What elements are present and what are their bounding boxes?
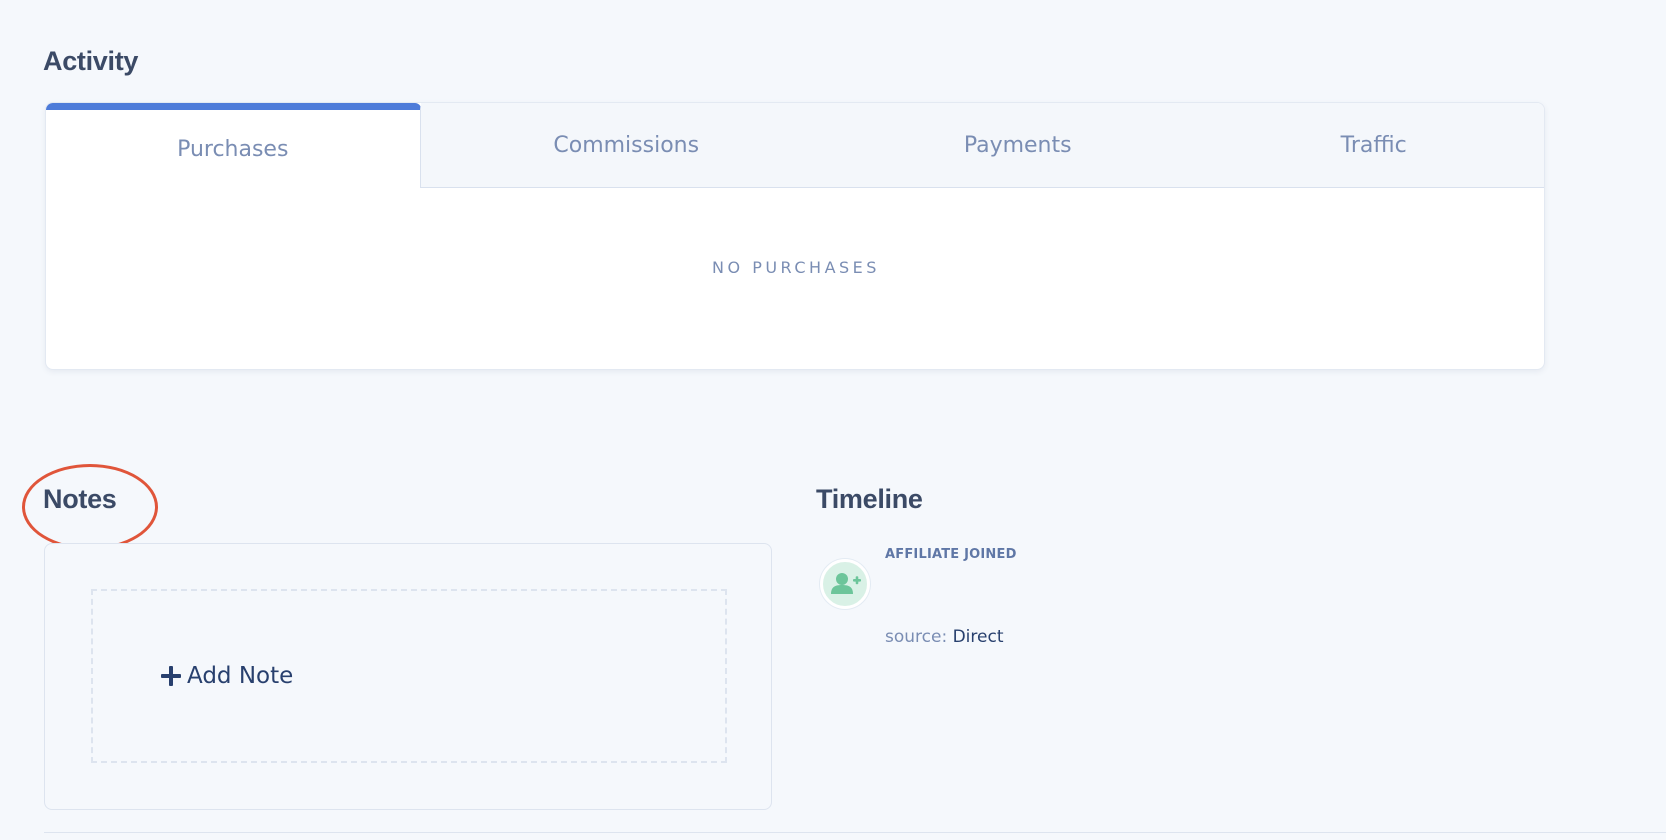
tab-commissions-label: Commissions bbox=[553, 132, 700, 158]
affiliate-detail-page: Activity Purchases Commissions Payments … bbox=[0, 0, 1666, 840]
tab-purchases-label: Purchases bbox=[177, 136, 289, 162]
source-value: Direct bbox=[952, 627, 1004, 647]
plus-icon bbox=[161, 666, 181, 686]
source-label: source: bbox=[885, 627, 948, 647]
tab-purchases[interactable]: Purchases bbox=[46, 103, 421, 188]
divider bbox=[44, 832, 1666, 833]
empty-purchases-message: NO PURCHASES bbox=[712, 258, 880, 277]
add-note-dropzone[interactable]: Add Note bbox=[91, 589, 727, 763]
tab-commissions[interactable]: Commissions bbox=[420, 103, 832, 188]
activity-tabs: Purchases Commissions Payments Traffic bbox=[46, 103, 1544, 188]
notes-title: Notes bbox=[43, 484, 117, 514]
notes-card: Add Note bbox=[44, 543, 772, 810]
activity-title: Activity bbox=[43, 46, 139, 76]
tab-payments-label: Payments bbox=[963, 132, 1072, 158]
timeline-event-label: AFFILIATE JOINED bbox=[885, 547, 1017, 562]
user-plus-icon bbox=[820, 559, 870, 609]
tab-payments[interactable]: Payments bbox=[831, 103, 1204, 188]
tab-traffic[interactable]: Traffic bbox=[1203, 103, 1544, 188]
add-note-label: Add Note bbox=[187, 663, 294, 689]
timeline-event-source: source: Direct bbox=[885, 627, 1004, 647]
tab-traffic-label: Traffic bbox=[1340, 132, 1407, 158]
add-note-button[interactable]: Add Note bbox=[161, 663, 293, 689]
activity-card: Purchases Commissions Payments Traffic N… bbox=[45, 102, 1545, 370]
timeline-title: Timeline bbox=[816, 484, 923, 514]
